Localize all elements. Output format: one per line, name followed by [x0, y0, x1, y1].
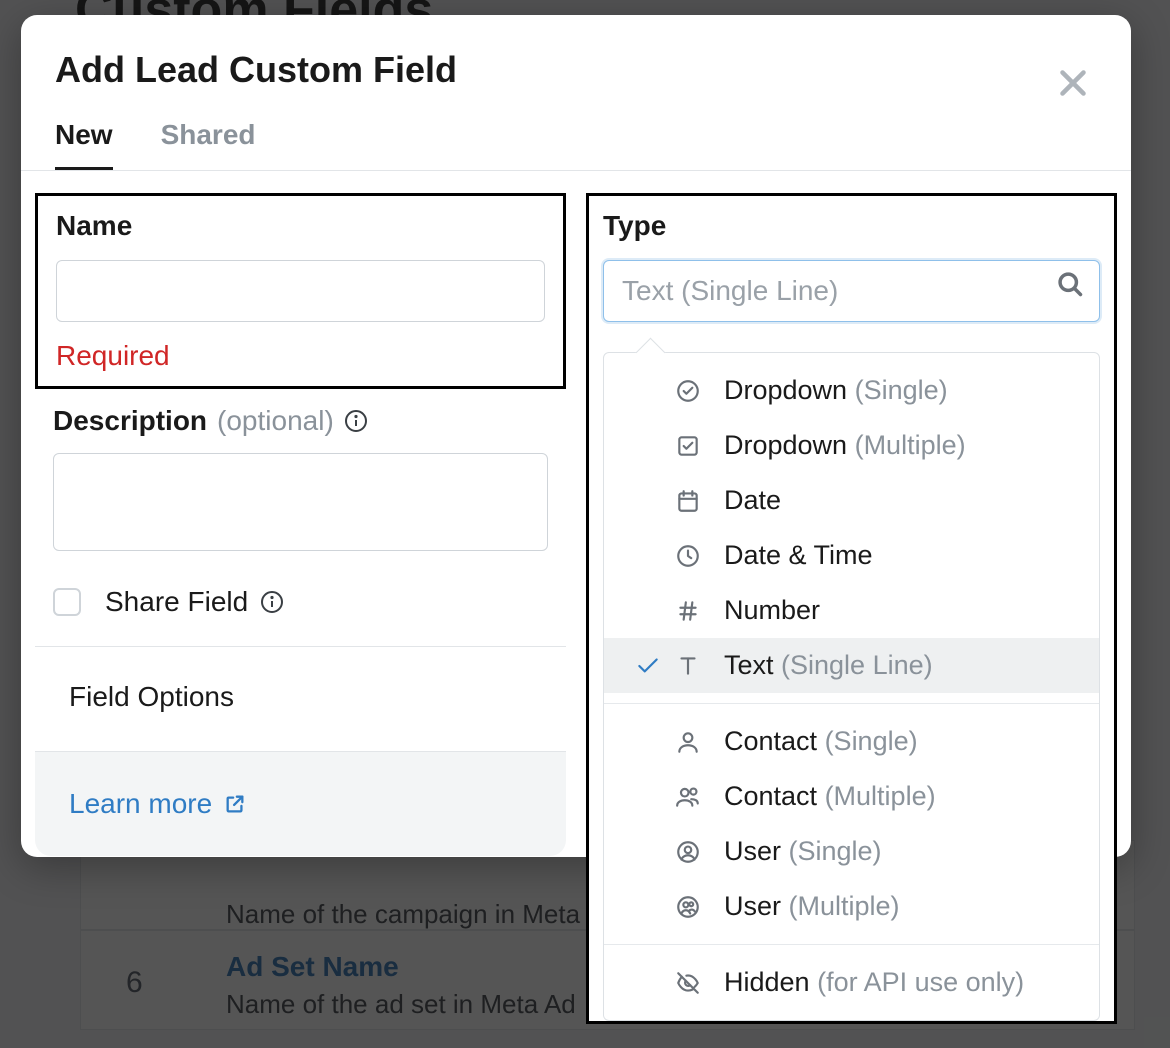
type-label: Type — [603, 210, 1100, 242]
learn-more-link[interactable]: Learn more — [69, 788, 246, 820]
info-icon[interactable] — [344, 409, 368, 433]
share-field-checkbox[interactable] — [53, 588, 81, 616]
calendar-icon — [668, 488, 708, 514]
name-section: Name Required — [35, 193, 566, 389]
type-option-label: Hidden (for API use only) — [724, 967, 1024, 998]
check-icon — [628, 653, 668, 679]
info-icon[interactable] — [260, 590, 284, 614]
user-circle-icon — [668, 839, 708, 865]
type-option-label: Contact (Multiple) — [724, 781, 936, 812]
close-button[interactable] — [1055, 65, 1091, 101]
type-option-label: Contact (Single) — [724, 726, 918, 757]
type-option[interactable]: User (Single) — [604, 824, 1099, 879]
search-icon — [1056, 270, 1084, 298]
description-label: Description — [53, 405, 207, 437]
field-options-heading: Field Options — [35, 646, 566, 751]
modal-title: Add Lead Custom Field — [55, 49, 1097, 91]
description-input[interactable] — [53, 453, 548, 551]
type-dropdown: Dropdown (Single) Dropdown (Multiple) Date… — [603, 352, 1100, 1021]
type-option[interactable]: Contact (Multiple) — [604, 769, 1099, 824]
name-label: Name — [56, 210, 545, 242]
share-field-row: Share Field — [35, 556, 566, 646]
type-option[interactable]: User (Multiple) — [604, 879, 1099, 934]
people-icon — [668, 784, 708, 810]
name-error: Required — [56, 340, 545, 372]
tabs: New Shared — [21, 91, 1131, 171]
type-option-label: Dropdown (Multiple) — [724, 430, 966, 461]
type-option-label: User (Single) — [724, 836, 882, 867]
type-option[interactable]: Dropdown (Single) — [604, 363, 1099, 418]
type-option[interactable]: Date & Time — [604, 528, 1099, 583]
type-option[interactable]: Text (Single Line) — [604, 638, 1099, 693]
type-option[interactable]: Number — [604, 583, 1099, 638]
type-option[interactable]: Hidden (for API use only) — [604, 955, 1099, 1010]
name-input[interactable] — [56, 260, 545, 322]
tab-shared[interactable]: Shared — [161, 119, 256, 170]
square-check-icon — [668, 433, 708, 459]
share-field-label: Share Field — [105, 586, 248, 618]
circle-check-icon — [668, 378, 708, 404]
type-section: Type Dropdown (Single) Dropdown (Multiple… — [586, 193, 1117, 1024]
add-custom-field-modal: Add Lead Custom Field New Shared Name Re… — [21, 15, 1131, 857]
description-optional: (optional) — [217, 405, 334, 437]
text-icon — [668, 653, 708, 679]
type-option[interactable]: Dropdown (Multiple) — [604, 418, 1099, 473]
type-option-label: Date — [724, 485, 781, 516]
person-icon — [668, 729, 708, 755]
type-option-label: User (Multiple) — [724, 891, 900, 922]
type-search-input[interactable] — [603, 260, 1100, 322]
type-option-label: Date & Time — [724, 540, 873, 571]
clock-icon — [668, 543, 708, 569]
tab-new[interactable]: New — [55, 119, 113, 170]
type-option-label: Number — [724, 595, 820, 626]
type-option-label: Text (Single Line) — [724, 650, 933, 681]
type-option[interactable]: Date — [604, 473, 1099, 528]
type-option[interactable]: Contact (Single) — [604, 714, 1099, 769]
description-section: Description (optional) — [35, 389, 566, 556]
hash-icon — [668, 598, 708, 624]
eye-off-icon — [668, 970, 708, 996]
type-option-label: Dropdown (Single) — [724, 375, 948, 406]
users-circle-icon — [668, 894, 708, 920]
